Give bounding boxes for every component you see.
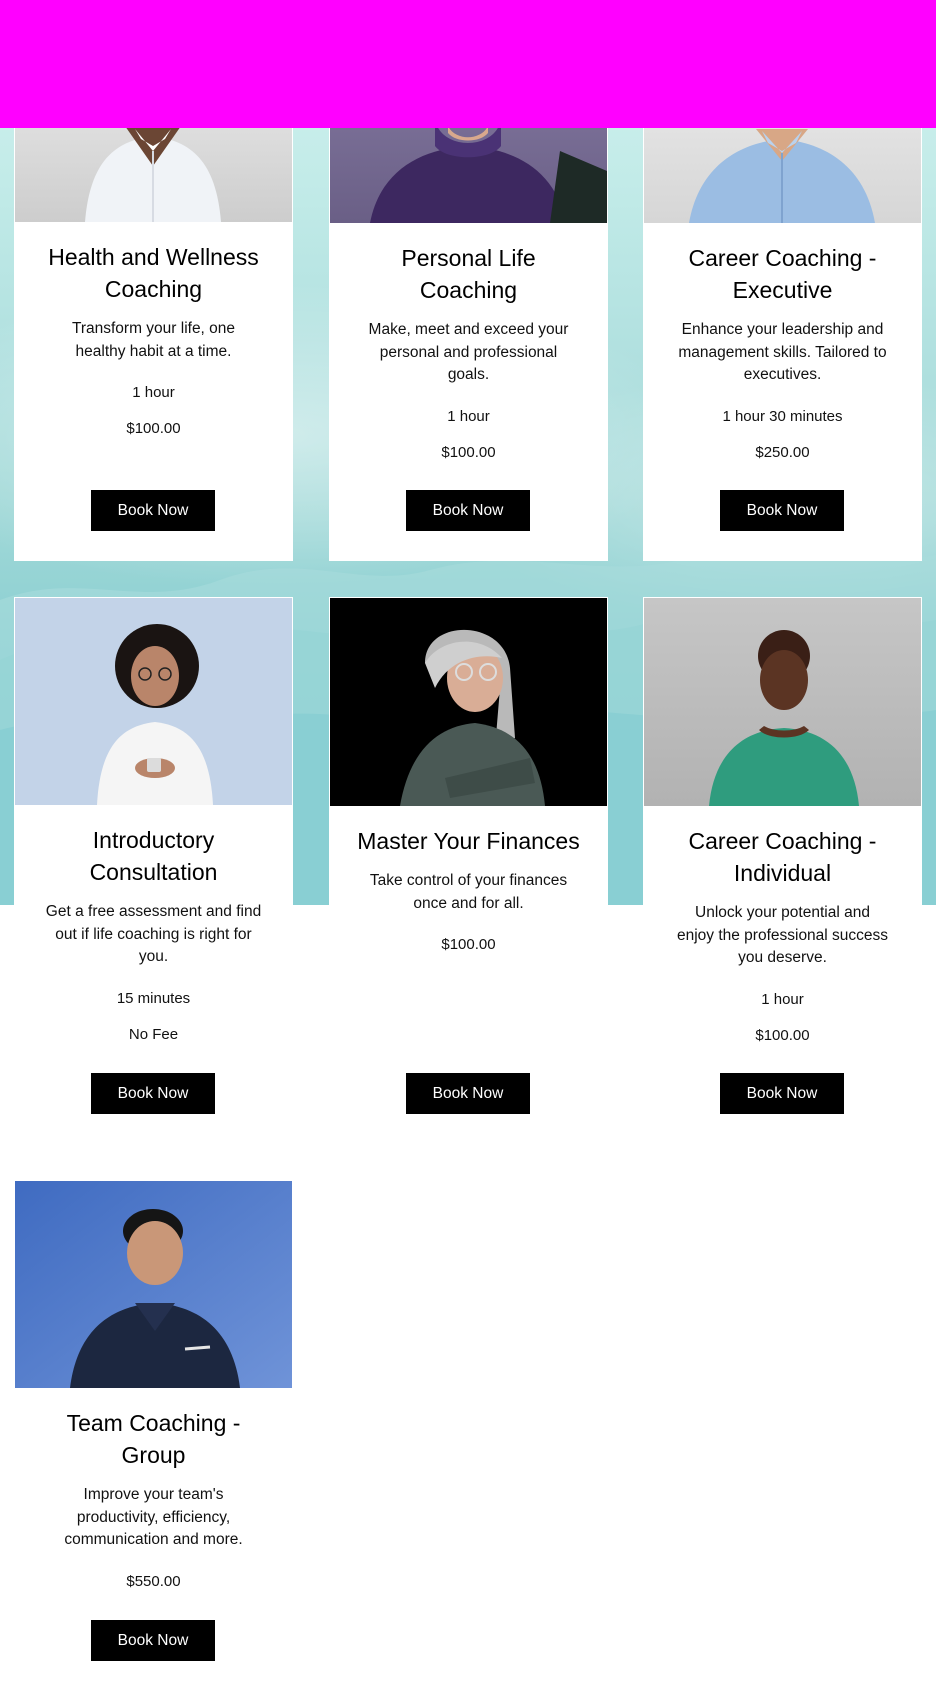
service-title: Career Coaching - Individual xyxy=(688,828,877,886)
header-bar xyxy=(0,0,936,128)
service-card-introductory: Introductory Consultation Get a free asse… xyxy=(14,597,293,1137)
book-now-button[interactable]: Book Now xyxy=(91,490,215,531)
service-description: Enhance your leadership and management sk… xyxy=(678,321,887,383)
service-title: Master Your Finances xyxy=(357,828,580,854)
book-now-button[interactable]: Book Now xyxy=(720,490,844,531)
service-description: Take control of your finances once and fo… xyxy=(369,872,568,912)
service-duration: 1 hour xyxy=(132,384,175,401)
service-image-woman-grey-hair xyxy=(330,598,607,806)
book-now-button[interactable]: Book Now xyxy=(406,490,530,531)
service-description: Transform your life, one healthy habit at… xyxy=(71,320,236,360)
service-title: Personal Life Coaching xyxy=(401,245,536,303)
service-duration: 1 hour xyxy=(761,990,804,1008)
service-description: Improve your team's productivity, efficie… xyxy=(64,1486,243,1548)
service-card-master-finances: Master Your Finances Take control of you… xyxy=(329,597,608,1137)
book-now-button[interactable]: Book Now xyxy=(91,1620,215,1661)
service-card-team-coaching: Team Coaching - Group Improve your team's… xyxy=(14,1180,293,1680)
service-duration: 15 minutes xyxy=(116,989,191,1007)
book-now-button[interactable]: Book Now xyxy=(406,1073,530,1114)
service-card-career-individual: Career Coaching - Individual Unlock your … xyxy=(643,597,922,1137)
book-now-button[interactable]: Book Now xyxy=(91,1073,215,1114)
service-image-man-blue-blazer xyxy=(15,1181,292,1388)
service-title: Introductory Consultation xyxy=(89,827,218,885)
service-title: Career Coaching - Executive xyxy=(688,245,877,303)
service-price: $100.00 xyxy=(441,443,496,461)
service-duration: 1 hour xyxy=(447,407,490,425)
service-description: Get a free assessment and find out if lif… xyxy=(45,903,262,965)
service-price: No Fee xyxy=(128,1025,179,1043)
service-image-woman-green-sweater xyxy=(644,598,921,806)
service-description: Unlock your potential and enjoy the profe… xyxy=(676,904,889,966)
service-price: $550.00 xyxy=(126,1572,181,1590)
service-description: Make, meet and exceed your personal and p… xyxy=(368,321,569,383)
service-price: $100.00 xyxy=(441,936,496,953)
service-price: $250.00 xyxy=(755,443,810,461)
book-now-button[interactable]: Book Now xyxy=(720,1073,844,1114)
service-duration: 1 hour 30 minutes xyxy=(722,407,843,425)
service-price: $100.00 xyxy=(126,420,181,437)
service-title: Team Coaching - Group xyxy=(66,1410,241,1468)
service-title: Health and Wellness Coaching xyxy=(48,244,259,302)
service-price: $100.00 xyxy=(755,1026,810,1044)
service-image-woman-phone xyxy=(15,598,292,805)
